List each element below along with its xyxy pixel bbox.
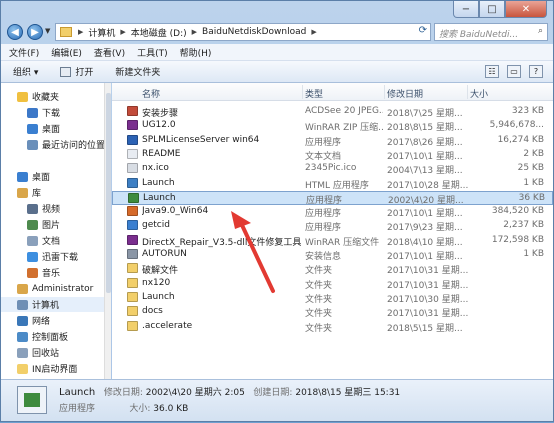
details-line-2: 应用程序 大小: 36.0 KB <box>59 401 188 414</box>
details-type: 应用程序 <box>59 404 96 414</box>
explorer-window: − □ ✕ ◀ ▶ ▼ ▶ 计算机 ▶ 本地磁盘 (D:) ▶ BaiduNet… <box>0 0 554 422</box>
details-modified-value: 2002\4\20 星期六 2:05 <box>145 388 245 398</box>
details-created-value: 2018\8\15 星期三 15:31 <box>295 388 401 398</box>
details-size-value: 36.0 KB <box>153 404 189 414</box>
details-size-label: 大小: <box>129 404 151 414</box>
details-pane: Launch 修改日期: 2002\4\20 星期六 2:05 创建日期: 20… <box>1 379 553 421</box>
details-modified-label: 修改日期: <box>103 388 143 398</box>
annotation-arrow-line <box>239 221 275 293</box>
annotation-arrow <box>231 211 275 293</box>
annotation-arrow-head <box>231 211 251 229</box>
details-file-name: Launch <box>59 387 96 398</box>
details-line-1: Launch 修改日期: 2002\4\20 星期六 2:05 创建日期: 20… <box>59 385 400 398</box>
app-icon <box>17 386 47 414</box>
details-created-label: 创建日期: <box>253 388 293 398</box>
